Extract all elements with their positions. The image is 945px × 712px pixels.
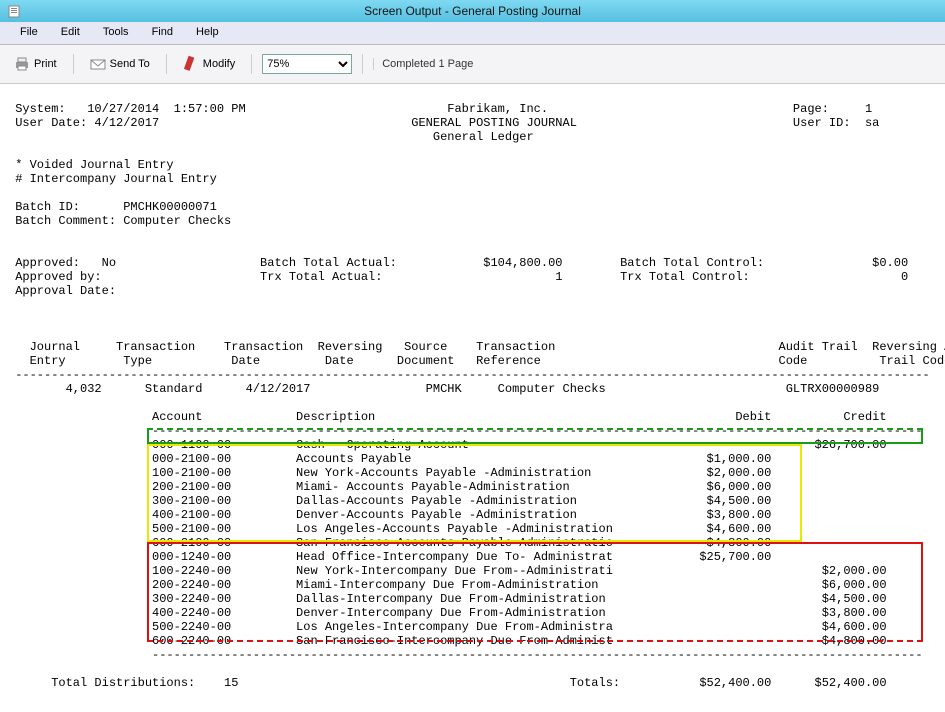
menu-file[interactable]: File [10,22,48,42]
print-button[interactable]: Print [8,54,63,74]
modify-icon [183,56,199,72]
sendto-icon [90,56,106,72]
menu-tools[interactable]: Tools [93,22,139,42]
menu-help[interactable]: Help [186,22,229,42]
window-title: Screen Output - General Posting Journal [364,0,581,22]
sendto-label: Send To [110,58,150,70]
zoom-select[interactable]: 75% [262,54,352,74]
page-status: Completed 1 Page [373,58,473,70]
app-icon [8,4,20,18]
menu-edit[interactable]: Edit [51,22,90,42]
sendto-button[interactable]: Send To [84,54,156,74]
titlebar: Screen Output - General Posting Journal [0,0,945,22]
menubar: File Edit Tools Find Help [0,22,945,45]
menu-find[interactable]: Find [142,22,183,42]
modify-label: Modify [203,58,235,70]
report-body: System: 10/27/2014 1:57:00 PM Fabrikam, … [0,96,945,700]
modify-button[interactable]: Modify [177,54,241,74]
toolbar: Print Send To Modify 75% Completed 1 Pag… [0,45,945,84]
print-label: Print [34,58,57,70]
printer-icon [14,56,30,72]
